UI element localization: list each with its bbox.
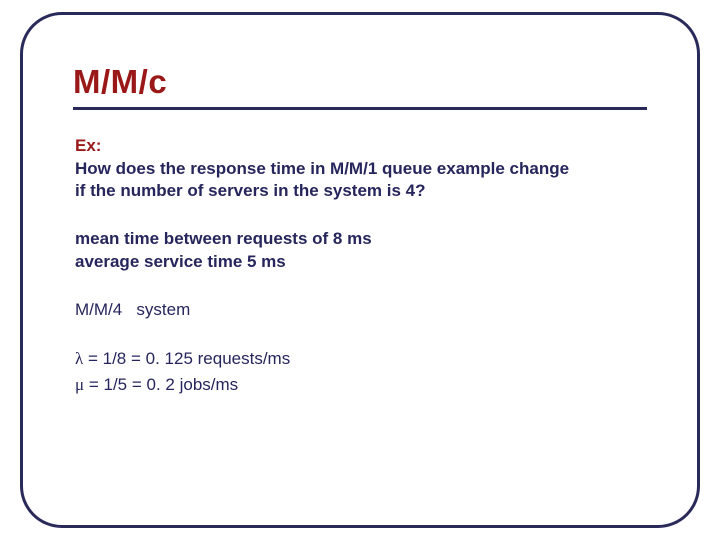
- param-line-2: average service time 5 ms: [75, 252, 286, 271]
- question-line-2: if the number of servers in the system i…: [75, 181, 426, 200]
- mu-symbol: μ: [75, 375, 84, 394]
- parameters: mean time between requests of 8 ms avera…: [75, 228, 647, 274]
- example-label: Ex:: [75, 136, 647, 156]
- param-line-1: mean time between requests of 8 ms: [75, 229, 372, 248]
- equations: λ = 1/8 = 0. 125 requests/ms μ = 1/5 = 0…: [75, 346, 647, 397]
- question-text: How does the response time in M/M/1 queu…: [75, 158, 647, 202]
- question-line-1: How does the response time in M/M/1 queu…: [75, 159, 569, 178]
- lambda-value: = 1/8 = 0. 125 requests/ms: [83, 349, 290, 368]
- title-underline: [73, 107, 647, 110]
- mu-equation: μ = 1/5 = 0. 2 jobs/ms: [75, 372, 647, 398]
- mu-value: = 1/5 = 0. 2 jobs/ms: [84, 375, 238, 394]
- lambda-equation: λ = 1/8 = 0. 125 requests/ms: [75, 346, 647, 372]
- lambda-symbol: λ: [75, 349, 83, 368]
- slide-frame: M/M/c Ex: How does the response time in …: [20, 12, 700, 528]
- slide-content: Ex: How does the response time in M/M/1 …: [73, 118, 647, 397]
- title-block: M/M/c: [73, 63, 647, 110]
- slide-title: M/M/c: [73, 63, 647, 101]
- system-label: M/M/4 system: [75, 300, 647, 320]
